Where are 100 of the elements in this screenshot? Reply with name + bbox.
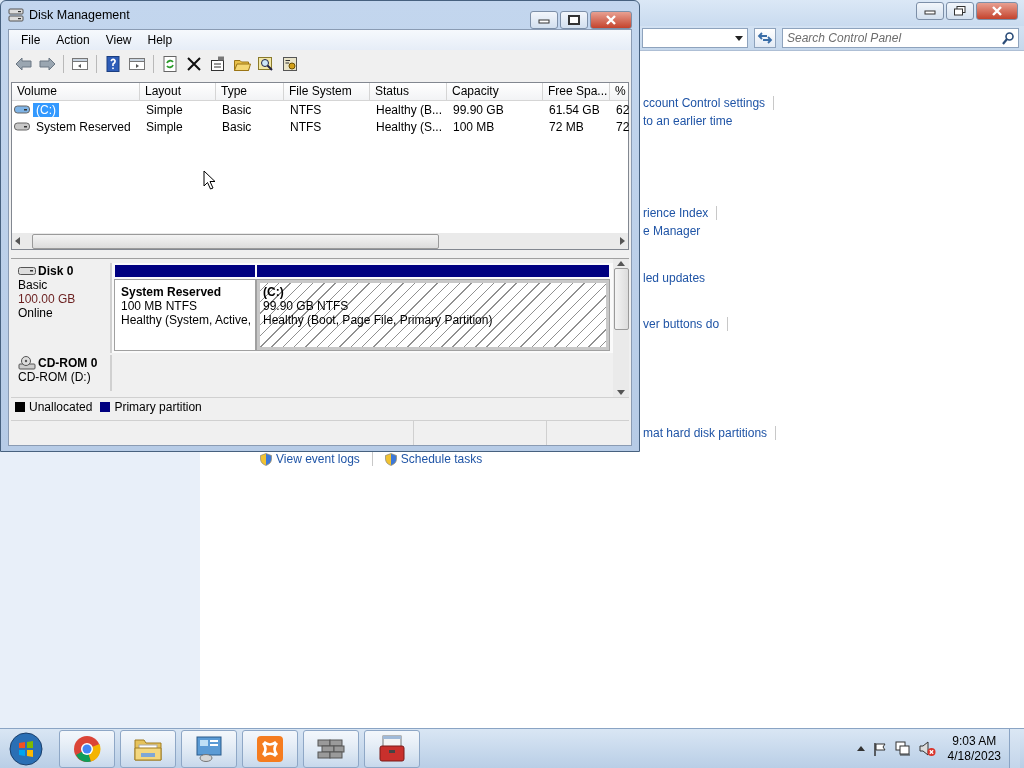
link[interactable]: View event logs [276, 452, 360, 466]
column-header[interactable]: Capacity [447, 83, 543, 100]
partition-block[interactable]: (C:) 99.90 GB NTFS Healthy (Boot, Page File, Primary Partition) [257, 280, 609, 350]
settings-button[interactable] [280, 54, 300, 74]
minimize-icon [924, 7, 936, 15]
help-button[interactable] [103, 54, 123, 74]
app-taskbar-button[interactable] [242, 729, 298, 768]
dropdown-caret-icon[interactable] [735, 35, 743, 41]
partition-block[interactable]: System Reserved 100 MB NTFS Healthy (System, Active, [115, 280, 255, 350]
minimize-icon [538, 16, 550, 24]
shield-icon [260, 452, 272, 466]
legend-label: Unallocated [29, 400, 93, 414]
partition-size: 99.90 GB NTFS [263, 299, 350, 313]
drive-icon [14, 122, 30, 131]
partition-name: (C:) [263, 285, 285, 299]
scroll-up-icon[interactable] [617, 261, 625, 266]
link[interactable]: to an earlier time [643, 114, 733, 128]
link[interactable]: e Manager [643, 224, 701, 238]
search-icon[interactable] [1002, 32, 1014, 45]
link[interactable]: mat hard disk partitions [643, 426, 768, 440]
close-icon [605, 15, 617, 25]
legend-label: Primary partition [114, 400, 202, 414]
refresh-button[interactable] [754, 28, 776, 48]
shield-icon [384, 452, 397, 466]
disk-status: Online [18, 306, 54, 320]
toolbox-taskbar-button[interactable] [364, 729, 420, 768]
table-cell-text: NTFS [289, 102, 323, 117]
settings-icon [281, 55, 299, 73]
search-field[interactable]: Search Control Panel [782, 28, 1019, 48]
monitor-icon [194, 734, 224, 763]
drive-icon [14, 105, 30, 114]
close-icon [991, 6, 1003, 16]
scroll-right-icon[interactable] [620, 237, 626, 245]
partition-name: System Reserved [121, 285, 223, 299]
table-cell-text: 100 MB [452, 119, 496, 134]
control-panel-taskbar-button[interactable] [181, 729, 237, 768]
maximize-icon [568, 15, 580, 25]
link[interactable]: led updates [643, 271, 706, 285]
flag-icon[interactable] [872, 741, 887, 756]
close-button[interactable] [590, 11, 632, 29]
table-cell-text: NTFS [289, 119, 323, 134]
back-arrow-icon [14, 55, 32, 73]
column-header[interactable]: Layout [140, 83, 216, 100]
start-button[interactable] [6, 729, 46, 768]
menu-item[interactable]: View [97, 31, 140, 49]
link[interactable]: ccount Control settings [643, 96, 766, 110]
forward-arrow-icon [38, 55, 56, 73]
menu-item[interactable]: File [13, 31, 49, 49]
scroll-down-icon[interactable] [617, 390, 625, 395]
speaker-muted-icon[interactable] [918, 740, 936, 757]
scroll-left-icon[interactable] [14, 237, 20, 245]
column-header[interactable]: Type [216, 83, 284, 100]
network-icon[interactable] [894, 741, 911, 756]
disk-management-icon [8, 8, 24, 22]
link[interactable]: Schedule tasks [400, 452, 483, 466]
refresh-icon [161, 55, 179, 73]
table-cell-text: 62 [615, 102, 631, 117]
table-cell-text: 72 MB [548, 119, 585, 134]
table-cell-text: 61.54 GB [548, 102, 601, 117]
partition-size: 100 MB NTFS [121, 299, 199, 313]
table-cell-text: Healthy (S... [375, 119, 444, 134]
table-cell-text: Simple [145, 102, 184, 117]
restore-button[interactable] [946, 2, 974, 20]
table-cell-text: Basic [221, 102, 253, 117]
partition-status: Healthy (System, Active, [121, 313, 249, 327]
link[interactable]: ver buttons do [643, 317, 720, 331]
column-header[interactable]: Status [370, 83, 447, 100]
toolbox-icon [377, 734, 407, 763]
brick-wall-taskbar-button[interactable] [303, 729, 359, 768]
disk-name[interactable]: CD-ROM 0 [18, 356, 110, 370]
browser-logo-icon [72, 733, 102, 764]
address-field[interactable] [642, 28, 748, 48]
menu-item[interactable]: Help [139, 31, 181, 49]
delete-icon [185, 55, 203, 73]
table-cell-text: 99.90 GB [452, 102, 505, 117]
table-cell-text: 72 [615, 119, 631, 134]
browser-taskbar-button[interactable] [59, 729, 115, 768]
horizontal-scrollbar[interactable] [12, 233, 628, 249]
link[interactable]: rience Index [643, 206, 709, 220]
maximize-button[interactable] [560, 11, 588, 29]
clock-date: 4/18/2023 [947, 748, 1001, 764]
column-header[interactable]: Free Spa... [543, 83, 610, 100]
column-header[interactable]: % [610, 83, 628, 100]
refresh-button[interactable] [160, 54, 180, 74]
close-button[interactable] [976, 2, 1018, 20]
column-header[interactable]: File System [284, 83, 370, 100]
folder-taskbar-button[interactable] [120, 729, 176, 768]
window-title: Disk Management [29, 8, 131, 22]
help-icon [104, 55, 122, 73]
app-logo-icon [255, 733, 285, 764]
disk-type: Basic [18, 278, 49, 292]
vertical-scrollbar[interactable] [613, 259, 629, 397]
clock-time: 9:03 AM [952, 733, 997, 749]
clock[interactable]: 9:03 AM 4/18/2023 [947, 733, 1001, 764]
column-header[interactable]: Volume [12, 83, 140, 100]
table-cell[interactable]: System Reserved [33, 119, 134, 134]
caret-icon[interactable] [856, 746, 865, 751]
disk-type: CD-ROM (D:) [18, 370, 92, 384]
menu-item[interactable]: Action [48, 31, 98, 49]
disk-name[interactable]: Disk 0 [18, 264, 110, 278]
